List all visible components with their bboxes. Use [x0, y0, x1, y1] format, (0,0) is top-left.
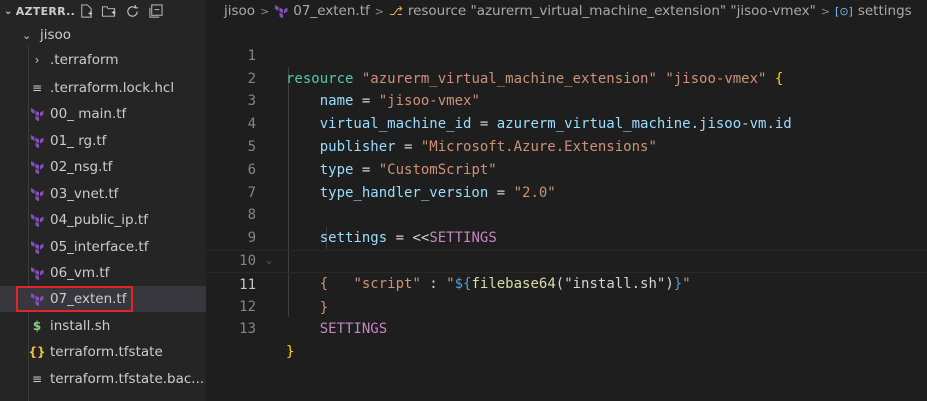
- code-area[interactable]: 1 resource "azurerm_virtual_machine_exte…: [206, 22, 927, 360]
- code-line[interactable]: 7: [206, 159, 927, 201]
- tree-item-rg-tf[interactable]: 01_ rg.tf: [0, 128, 206, 154]
- braces-icon: {}: [28, 345, 46, 359]
- terraform-icon: [30, 106, 44, 122]
- explorer-header: ⌄ AZTERR...: [0, 0, 206, 22]
- terraform-icon: [30, 212, 44, 228]
- chevron-right-icon: ›: [34, 53, 40, 67]
- breadcrumb-resource[interactable]: resource "azurerm_virtual_machine_extens…: [408, 3, 816, 19]
- line-number: 13: [239, 321, 256, 338]
- tree-item-label: terraform.tfstate.bac...: [50, 371, 205, 387]
- tree-item-label: 03_vnet.tf: [50, 186, 119, 202]
- code-line[interactable]: 2 name = "jisoo-vmex": [206, 45, 927, 110]
- tree-item-tfstate[interactable]: {} terraform.tfstate: [0, 339, 206, 365]
- code-line[interactable]: 1 resource "azurerm_virtual_machine_exte…: [206, 22, 927, 87]
- new-folder-icon[interactable]: [101, 3, 118, 20]
- code-line[interactable]: 9 ⌄ {: [206, 204, 927, 292]
- tree-item-terraform-folder[interactable]: › .terraform: [0, 47, 206, 73]
- code-line[interactable]: 3 virtual_machine_id = azurerm_virtual_m…: [206, 68, 927, 132]
- tree-item-tfstate-backup[interactable]: ≡ terraform.tfstate.bac...: [0, 366, 206, 392]
- tree-item-interface-tf[interactable]: 05_interface.tf: [0, 234, 206, 260]
- brace: }: [286, 344, 295, 361]
- heredoc-marker: SETTINGS: [319, 321, 388, 338]
- tree-item-public-ip-tf[interactable]: 04_public_ip.tf: [0, 207, 206, 233]
- highlight-box: [16, 286, 133, 312]
- tree-item-label: 01_ rg.tf: [50, 133, 107, 149]
- tree-item-label: .terraform: [50, 52, 119, 68]
- chevron-down-icon[interactable]: ⌄: [4, 6, 13, 17]
- code-line-current[interactable]: 11 }: [206, 249, 927, 316]
- breadcrumb: jisoo > 07_exten.tf > ⎇ resource "azurer…: [206, 0, 927, 22]
- code-line[interactable]: 12 SETTINGS: [206, 273, 927, 338]
- tree-item-vm-tf[interactable]: 06_vm.tf: [0, 260, 206, 286]
- tree-item-label: terraform.tfstate: [50, 344, 163, 360]
- terraform-icon: [30, 265, 44, 281]
- code-line[interactable]: 4 publisher = "Microsoft.Azure.Extension…: [206, 90, 927, 155]
- breadcrumb-folder[interactable]: jisoo: [224, 3, 255, 19]
- tree-item-label: 00_ main.tf: [50, 106, 127, 122]
- tree-item-label: .terraform.lock.hcl: [50, 80, 175, 96]
- tree-item-vnet-tf[interactable]: 03_vnet.tf: [0, 181, 206, 207]
- property-symbol-icon: [⊙]: [835, 4, 853, 18]
- tree-item-label: install.sh: [50, 318, 111, 334]
- new-file-icon[interactable]: [78, 3, 95, 20]
- lines-icon: ≡: [31, 81, 43, 95]
- terraform-icon: [30, 159, 44, 175]
- code-line[interactable]: 8 settings = <<SETTINGS: [206, 182, 927, 246]
- resource-symbol-icon: ⎇: [388, 4, 403, 18]
- breadcrumb-file[interactable]: 07_exten.tf: [293, 3, 369, 19]
- folder-label: jisoo: [40, 27, 72, 43]
- code-line[interactable]: 10 "script" : "${filebase64("install.sh"…: [206, 227, 927, 292]
- tree-item-label: 04_public_ip.tf: [50, 212, 148, 228]
- refresh-icon[interactable]: [124, 3, 141, 20]
- dollar-icon: $: [32, 319, 42, 333]
- chevron-right-icon: >: [374, 4, 384, 18]
- tree-item-label: 06_vm.tf: [50, 265, 110, 281]
- collapse-all-icon[interactable]: [147, 3, 164, 20]
- terraform-icon: [274, 4, 288, 18]
- folder-jisoo[interactable]: ⌄ jisoo: [0, 22, 228, 48]
- code-editor[interactable]: jisoo > 07_exten.tf > ⎇ resource "azurer…: [206, 0, 927, 401]
- code-line[interactable]: 5 type = "CustomScript": [206, 113, 927, 178]
- chevron-right-icon: >: [820, 4, 831, 18]
- tree-item-label: 05_interface.tf: [50, 239, 149, 255]
- tree-item-label: 02_nsg.tf: [50, 159, 113, 175]
- terraform-icon: [30, 133, 44, 149]
- tree-item-main-tf[interactable]: 00_ main.tf: [0, 101, 206, 127]
- tree-item-lock-hcl[interactable]: ≡ .terraform.lock.hcl: [0, 75, 206, 101]
- tree-item-install-sh[interactable]: $ install.sh: [0, 313, 206, 339]
- tree-item-nsg-tf[interactable]: 02_nsg.tf: [0, 154, 206, 180]
- breadcrumb-symbol[interactable]: settings: [858, 3, 912, 19]
- code-line[interactable]: 6 type_handler_version = "2.0": [206, 136, 927, 201]
- code-line[interactable]: 13 }: [206, 296, 927, 360]
- chevron-right-icon: >: [260, 4, 270, 18]
- explorer-sidebar: ⌄ AZTERR... ⌄ jisoo › .terraform ≡ .terr…: [0, 0, 206, 401]
- explorer-title: AZTERR...: [15, 4, 74, 18]
- chevron-down-icon: ⌄: [22, 28, 32, 42]
- lines-icon: ≡: [31, 372, 43, 386]
- terraform-icon: [30, 239, 44, 255]
- terraform-icon: [30, 186, 44, 202]
